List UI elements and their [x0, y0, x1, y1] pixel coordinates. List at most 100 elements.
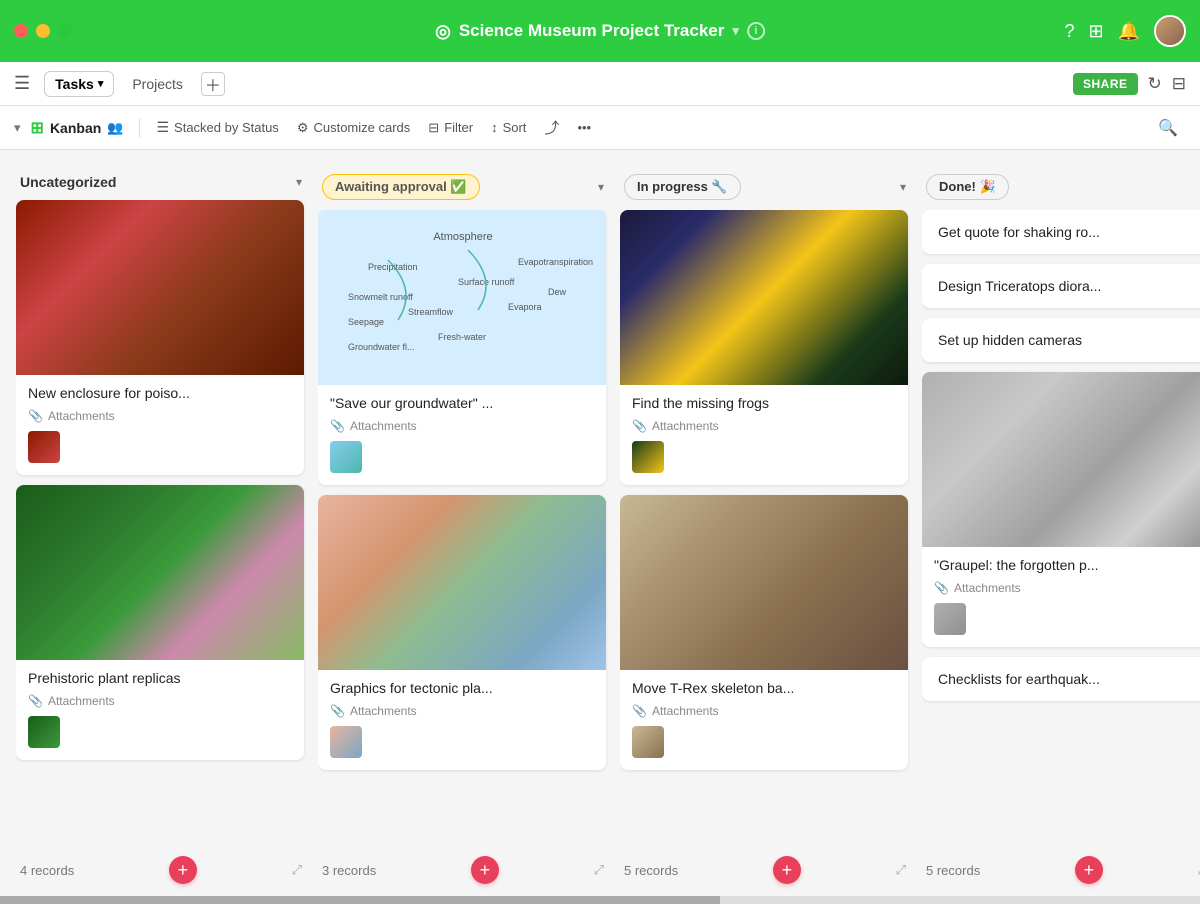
kanban-icon: ⊞ — [31, 118, 44, 138]
card-body: "Save our groundwater" ... 📎 Attachments — [318, 385, 606, 485]
filter-icon: ⊟ — [428, 120, 439, 136]
expand-icon[interactable]: ⤢ — [292, 862, 302, 878]
card-meta: 📎 Attachments — [934, 581, 1198, 595]
card-body: Graphics for tectonic pla... 📎 Attachmen… — [318, 670, 606, 770]
records-count: 3 records — [322, 863, 376, 878]
close-button[interactable] — [14, 24, 28, 38]
add-record-button[interactable]: + — [169, 856, 197, 884]
search-button[interactable]: 🔍 — [1150, 114, 1186, 142]
column-footer-awaiting: 3 records + ⤢ — [318, 846, 608, 888]
column-title: Uncategorized — [20, 174, 116, 190]
records-count: 5 records — [926, 863, 980, 878]
refresh-icon[interactable]: ↻ — [1148, 74, 1162, 94]
avatar[interactable] — [1154, 15, 1186, 47]
expand-icon[interactable]: ⤢ — [896, 862, 906, 878]
column-collapse-icon[interactable]: ▾ — [900, 180, 906, 194]
card-prehistoric-plants[interactable]: Prehistoric plant replicas 📎 Attachments — [16, 485, 304, 760]
column-collapse-icon[interactable]: ▾ — [296, 175, 302, 189]
attachment-icon: 📎 — [330, 419, 345, 433]
card-title: "Save our groundwater" ... — [330, 395, 594, 411]
card-trex[interactable]: Move T-Rex skeleton ba... 📎 Attachments — [620, 495, 908, 770]
add-record-button[interactable]: + — [471, 856, 499, 884]
card-body: "Graupel: the forgotten p... 📎 Attachmen… — [922, 547, 1200, 647]
card-thumbnail — [934, 603, 966, 635]
card-image — [620, 210, 908, 385]
add-record-button[interactable]: + — [773, 856, 801, 884]
expand-icon[interactable]: ⤢ — [594, 862, 604, 878]
info-icon[interactable]: i — [747, 22, 765, 40]
view-type-label: Kanban — [50, 120, 101, 136]
column-done: Done! 🎉 ▾ Get quote for shaking ro... De… — [922, 166, 1200, 888]
card-graupel[interactable]: "Graupel: the forgotten p... 📎 Attachmen… — [922, 372, 1200, 647]
attachments-label: Attachments — [48, 409, 115, 423]
cards-list-done: Get quote for shaking ro... Design Trice… — [922, 210, 1200, 846]
customize-label: Customize cards — [313, 120, 410, 135]
toolbar-right: SHARE ↻ ⊟ — [1073, 73, 1186, 95]
card-title: Get quote for shaking ro... — [938, 224, 1194, 240]
card-meta: 📎 Attachments — [330, 419, 594, 433]
add-record-button[interactable]: + — [1075, 856, 1103, 884]
ellipsis-icon: ••• — [577, 120, 591, 135]
export-button[interactable]: ⤴ — [536, 113, 567, 142]
card-groundwater[interactable]: Atmosphere Precipitation Evapotranspirat… — [318, 210, 606, 485]
svg-text:Evapotranspiration: Evapotranspiration — [518, 257, 593, 267]
kanban-view-selector[interactable]: ⊞ Kanban 👥 — [23, 114, 132, 142]
column-header-awaiting: Awaiting approval ✅ ▾ — [318, 166, 608, 210]
card-title: Graphics for tectonic pla... — [330, 680, 594, 696]
card-meta: 📎 Attachments — [632, 419, 896, 433]
card-image — [16, 200, 304, 375]
card-title: Set up hidden cameras — [938, 332, 1194, 348]
maximize-button[interactable] — [58, 24, 72, 38]
card-new-enclosure[interactable]: New enclosure for poiso... 📎 Attachments — [16, 200, 304, 475]
projects-button[interactable]: Projects — [122, 72, 193, 96]
svg-text:Seepage: Seepage — [348, 317, 384, 327]
share-button[interactable]: SHARE — [1073, 73, 1138, 95]
dropdown-arrow-icon[interactable]: ▾ — [732, 23, 739, 39]
card-title: Find the missing frogs — [632, 395, 896, 411]
menu-icon[interactable]: ☰ — [14, 73, 30, 94]
filter-button[interactable]: ⊟ Filter — [420, 116, 481, 140]
column-collapse-icon[interactable]: ▾ — [598, 180, 604, 194]
svg-text:Dew: Dew — [548, 287, 567, 297]
attachments-label: Attachments — [652, 704, 719, 718]
attachment-icon: 📎 — [28, 694, 43, 708]
card-title: Design Triceratops diora... — [938, 278, 1194, 294]
card-hidden-cameras[interactable]: Set up hidden cameras — [922, 318, 1200, 362]
minimize-button[interactable] — [36, 24, 50, 38]
card-title: "Graupel: the forgotten p... — [934, 557, 1198, 573]
kanban-users-icon: 👥 — [107, 120, 123, 136]
more-options-button[interactable]: ••• — [569, 116, 599, 139]
card-thumbnail — [330, 441, 362, 473]
stacked-by-button[interactable]: ☰ Stacked by Status — [148, 115, 286, 140]
customize-icon: ⚙ — [297, 120, 309, 136]
app-logo-icon: ◎ — [435, 21, 451, 42]
card-thumbnail — [632, 726, 664, 758]
sort-button[interactable]: ↕ Sort — [483, 116, 534, 139]
view-bar: ▾ ⊞ Kanban 👥 ☰ Stacked by Status ⚙ Custo… — [0, 106, 1200, 150]
card-triceratops[interactable]: Design Triceratops diora... — [922, 264, 1200, 308]
help-icon[interactable]: ? — [1064, 21, 1074, 42]
card-title: New enclosure for poiso... — [28, 385, 292, 401]
add-view-button[interactable]: ＋ — [201, 72, 225, 96]
sort-icon: ↕ — [491, 120, 498, 135]
card-tectonic[interactable]: Graphics for tectonic pla... 📎 Attachmen… — [318, 495, 606, 770]
column-footer-inprogress: 5 records + ⤢ — [620, 846, 910, 888]
view-expand-icon[interactable]: ▾ — [14, 120, 21, 136]
cards-list-uncategorized: New enclosure for poiso... 📎 Attachments… — [16, 200, 306, 846]
stacked-by-label: Stacked by Status — [174, 120, 279, 135]
grid-icon[interactable]: ⊞ — [1088, 21, 1103, 42]
app-title: ◎ Science Museum Project Tracker ▾ i — [435, 21, 765, 42]
card-quote-shaking[interactable]: Get quote for shaking ro... — [922, 210, 1200, 254]
card-body: Find the missing frogs 📎 Attachments — [620, 385, 908, 485]
card-body: Move T-Rex skeleton ba... 📎 Attachments — [620, 670, 908, 770]
card-image — [16, 485, 304, 660]
card-earthquake-checklists[interactable]: Checklists for earthquak... — [922, 657, 1200, 701]
svg-text:Precipitation: Precipitation — [368, 262, 418, 272]
horizontal-scrollbar[interactable] — [0, 896, 1200, 904]
tasks-button[interactable]: Tasks ▾ — [44, 71, 114, 97]
team-icon[interactable]: ⊟ — [1172, 74, 1186, 94]
card-missing-frogs[interactable]: Find the missing frogs 📎 Attachments — [620, 210, 908, 485]
bell-icon[interactable]: 🔔 — [1118, 21, 1140, 42]
card-image: Atmosphere Precipitation Evapotranspirat… — [318, 210, 606, 385]
customize-cards-button[interactable]: ⚙ Customize cards — [289, 116, 418, 140]
